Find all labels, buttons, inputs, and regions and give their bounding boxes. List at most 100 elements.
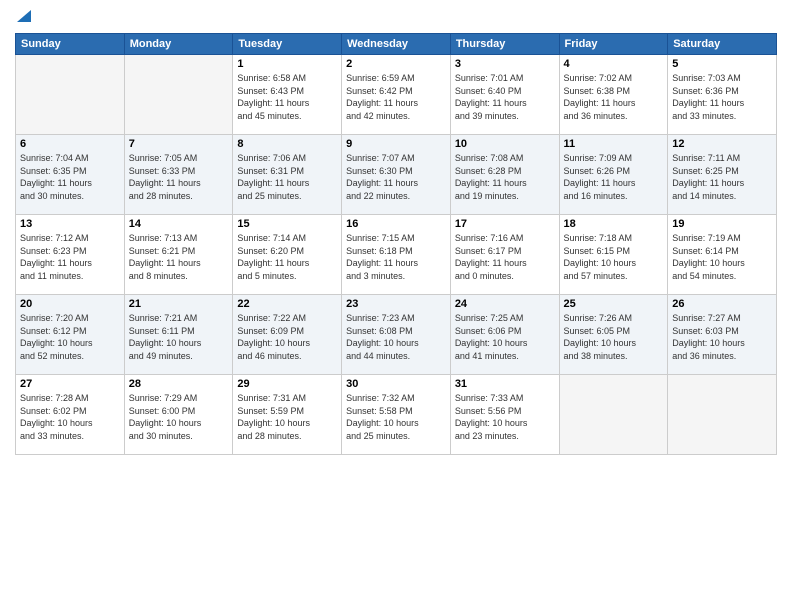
day-number: 20 — [20, 298, 120, 310]
logo — [15, 10, 31, 25]
day-number: 11 — [564, 138, 664, 150]
day-info: Sunrise: 7:14 AM Sunset: 6:20 PM Dayligh… — [237, 232, 337, 282]
header — [15, 10, 777, 25]
day-info: Sunrise: 6:59 AM Sunset: 6:42 PM Dayligh… — [346, 72, 446, 122]
day-info: Sunrise: 7:06 AM Sunset: 6:31 PM Dayligh… — [237, 152, 337, 202]
calendar-row-4: 20 Sunrise: 7:20 AM Sunset: 6:12 PM Dayli… — [16, 295, 777, 375]
day-number: 23 — [346, 298, 446, 310]
calendar-cell: 1 Sunrise: 6:58 AM Sunset: 6:43 PM Daylig… — [233, 55, 342, 135]
day-info: Sunrise: 7:03 AM Sunset: 6:36 PM Dayligh… — [672, 72, 772, 122]
day-info: Sunrise: 7:28 AM Sunset: 6:02 PM Dayligh… — [20, 392, 120, 442]
calendar-cell: 4 Sunrise: 7:02 AM Sunset: 6:38 PM Daylig… — [559, 55, 668, 135]
day-info: Sunrise: 6:58 AM Sunset: 6:43 PM Dayligh… — [237, 72, 337, 122]
day-number: 2 — [346, 58, 446, 70]
logo-triangle — [17, 10, 31, 25]
day-info: Sunrise: 7:32 AM Sunset: 5:58 PM Dayligh… — [346, 392, 446, 442]
day-number: 24 — [455, 298, 555, 310]
weekday-header-wednesday: Wednesday — [342, 34, 451, 55]
day-number: 15 — [237, 218, 337, 230]
day-number: 26 — [672, 298, 772, 310]
calendar-cell — [668, 375, 777, 455]
calendar-cell: 28 Sunrise: 7:29 AM Sunset: 6:00 PM Dayli… — [124, 375, 233, 455]
day-number: 31 — [455, 378, 555, 390]
calendar-cell: 31Sunrise: 7:33 AM Sunset: 5:56 PM Dayli… — [450, 375, 559, 455]
day-number: 9 — [346, 138, 446, 150]
calendar-cell — [16, 55, 125, 135]
weekday-header-sunday: Sunday — [16, 34, 125, 55]
calendar-cell: 26 Sunrise: 7:27 AM Sunset: 6:03 PM Dayli… — [668, 295, 777, 375]
day-info: Sunrise: 7:05 AM Sunset: 6:33 PM Dayligh… — [129, 152, 229, 202]
weekday-header-tuesday: Tuesday — [233, 34, 342, 55]
day-number: 4 — [564, 58, 664, 70]
day-info: Sunrise: 7:21 AM Sunset: 6:11 PM Dayligh… — [129, 312, 229, 362]
day-info: Sunrise: 7:04 AM Sunset: 6:35 PM Dayligh… — [20, 152, 120, 202]
day-info: Sunrise: 7:07 AM Sunset: 6:30 PM Dayligh… — [346, 152, 446, 202]
calendar-cell: 30 Sunrise: 7:32 AM Sunset: 5:58 PM Dayli… — [342, 375, 451, 455]
calendar-cell: 7 Sunrise: 7:05 AM Sunset: 6:33 PM Daylig… — [124, 135, 233, 215]
day-number: 27 — [20, 378, 120, 390]
calendar-row-1: 1 Sunrise: 6:58 AM Sunset: 6:43 PM Daylig… — [16, 55, 777, 135]
calendar-cell: 24 Sunrise: 7:25 AM Sunset: 6:06 PM Dayli… — [450, 295, 559, 375]
calendar-cell: 17 Sunrise: 7:16 AM Sunset: 6:17 PM Dayli… — [450, 215, 559, 295]
day-info: Sunrise: 7:02 AM Sunset: 6:38 PM Dayligh… — [564, 72, 664, 122]
weekday-header-row: SundayMondayTuesdayWednesdayThursdayFrid… — [16, 34, 777, 55]
calendar-cell: 23 Sunrise: 7:23 AM Sunset: 6:08 PM Dayli… — [342, 295, 451, 375]
calendar-cell: 18 Sunrise: 7:18 AM Sunset: 6:15 PM Dayli… — [559, 215, 668, 295]
day-number: 16 — [346, 218, 446, 230]
day-number: 6 — [20, 138, 120, 150]
day-info: Sunrise: 7:22 AM Sunset: 6:09 PM Dayligh… — [237, 312, 337, 362]
calendar-cell: 22 Sunrise: 7:22 AM Sunset: 6:09 PM Dayli… — [233, 295, 342, 375]
calendar-cell: 11 Sunrise: 7:09 AM Sunset: 6:26 PM Dayli… — [559, 135, 668, 215]
day-info: Sunrise: 7:08 AM Sunset: 6:28 PM Dayligh… — [455, 152, 555, 202]
day-info: Sunrise: 7:15 AM Sunset: 6:18 PM Dayligh… — [346, 232, 446, 282]
calendar-cell: 2 Sunrise: 6:59 AM Sunset: 6:42 PM Daylig… — [342, 55, 451, 135]
day-number: 25 — [564, 298, 664, 310]
day-number: 19 — [672, 218, 772, 230]
day-number: 8 — [237, 138, 337, 150]
calendar-table: SundayMondayTuesdayWednesdayThursdayFrid… — [15, 33, 777, 455]
calendar-cell: 29Sunrise: 7:31 AM Sunset: 5:59 PM Dayli… — [233, 375, 342, 455]
day-number: 18 — [564, 218, 664, 230]
calendar-cell: 3 Sunrise: 7:01 AM Sunset: 6:40 PM Daylig… — [450, 55, 559, 135]
calendar-cell: 20 Sunrise: 7:20 AM Sunset: 6:12 PM Dayli… — [16, 295, 125, 375]
day-number: 22 — [237, 298, 337, 310]
calendar-cell — [559, 375, 668, 455]
day-info: Sunrise: 7:16 AM Sunset: 6:17 PM Dayligh… — [455, 232, 555, 282]
calendar-cell: 21 Sunrise: 7:21 AM Sunset: 6:11 PM Dayli… — [124, 295, 233, 375]
day-number: 28 — [129, 378, 229, 390]
day-number: 17 — [455, 218, 555, 230]
calendar-cell: 13Sunrise: 7:12 AM Sunset: 6:23 PM Dayli… — [16, 215, 125, 295]
weekday-header-monday: Monday — [124, 34, 233, 55]
day-info: Sunrise: 7:31 AM Sunset: 5:59 PM Dayligh… — [237, 392, 337, 442]
day-number: 3 — [455, 58, 555, 70]
day-number: 10 — [455, 138, 555, 150]
day-info: Sunrise: 7:29 AM Sunset: 6:00 PM Dayligh… — [129, 392, 229, 442]
day-number: 5 — [672, 58, 772, 70]
calendar-row-5: 27 Sunrise: 7:28 AM Sunset: 6:02 PM Dayli… — [16, 375, 777, 455]
weekday-header-friday: Friday — [559, 34, 668, 55]
day-info: Sunrise: 7:20 AM Sunset: 6:12 PM Dayligh… — [20, 312, 120, 362]
day-number: 7 — [129, 138, 229, 150]
day-info: Sunrise: 7:09 AM Sunset: 6:26 PM Dayligh… — [564, 152, 664, 202]
calendar-cell: 14Sunrise: 7:13 AM Sunset: 6:21 PM Dayli… — [124, 215, 233, 295]
day-number: 13 — [20, 218, 120, 230]
day-info: Sunrise: 7:23 AM Sunset: 6:08 PM Dayligh… — [346, 312, 446, 362]
calendar-cell: 6 Sunrise: 7:04 AM Sunset: 6:35 PM Daylig… — [16, 135, 125, 215]
calendar-row-3: 13Sunrise: 7:12 AM Sunset: 6:23 PM Dayli… — [16, 215, 777, 295]
day-info: Sunrise: 7:18 AM Sunset: 6:15 PM Dayligh… — [564, 232, 664, 282]
day-number: 21 — [129, 298, 229, 310]
day-info: Sunrise: 7:27 AM Sunset: 6:03 PM Dayligh… — [672, 312, 772, 362]
day-info: Sunrise: 7:01 AM Sunset: 6:40 PM Dayligh… — [455, 72, 555, 122]
calendar-cell: 8 Sunrise: 7:06 AM Sunset: 6:31 PM Daylig… — [233, 135, 342, 215]
calendar-cell: 5 Sunrise: 7:03 AM Sunset: 6:36 PM Daylig… — [668, 55, 777, 135]
calendar-cell: 27 Sunrise: 7:28 AM Sunset: 6:02 PM Dayli… — [16, 375, 125, 455]
day-info: Sunrise: 7:13 AM Sunset: 6:21 PM Dayligh… — [129, 232, 229, 282]
calendar-cell: 10 Sunrise: 7:08 AM Sunset: 6:28 PM Dayli… — [450, 135, 559, 215]
day-number: 1 — [237, 58, 337, 70]
calendar-cell: 25Sunrise: 7:26 AM Sunset: 6:05 PM Dayli… — [559, 295, 668, 375]
day-number: 30 — [346, 378, 446, 390]
day-info: Sunrise: 7:25 AM Sunset: 6:06 PM Dayligh… — [455, 312, 555, 362]
day-number: 12 — [672, 138, 772, 150]
weekday-header-saturday: Saturday — [668, 34, 777, 55]
calendar-cell: 12Sunrise: 7:11 AM Sunset: 6:25 PM Dayli… — [668, 135, 777, 215]
